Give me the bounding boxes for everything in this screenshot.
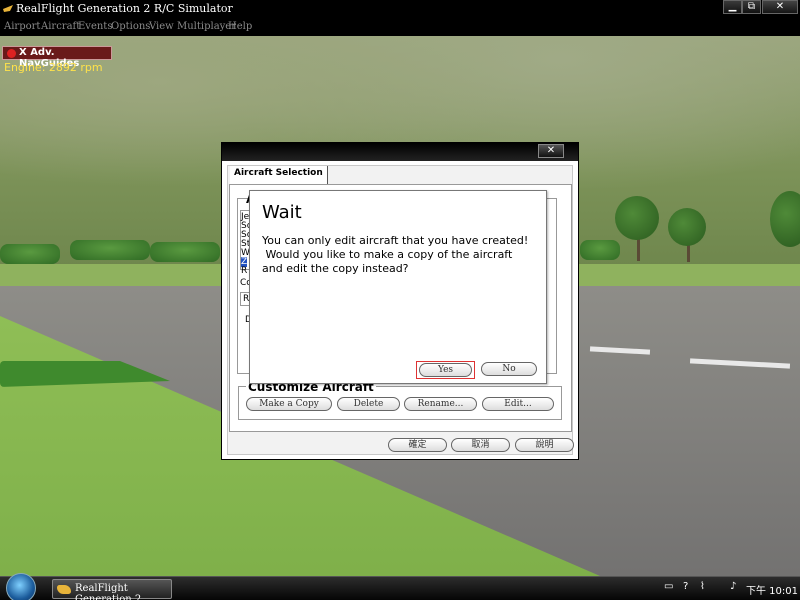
yes-button-focus: Yes [416, 361, 475, 379]
app-icon [3, 5, 13, 12]
clock: 下午 10:01 [746, 586, 798, 597]
edit-button[interactable]: Edit... [482, 397, 554, 411]
title-bar: RealFlight Generation 2 R/C Simulator ▁ … [0, 0, 800, 18]
yes-button[interactable]: Yes [419, 363, 472, 377]
make-copy-button[interactable]: Make a Copy [246, 397, 332, 411]
tab-aircraft-selection[interactable]: Aircraft Selection [230, 166, 328, 184]
maximize-button[interactable]: ⧉ [742, 0, 761, 14]
network-icon[interactable]: ⌇ [700, 581, 705, 592]
taskbar-app-label: RealFlight Generation 2... [75, 583, 151, 600]
rename-button[interactable]: Rename... [404, 397, 477, 411]
menu-help[interactable]: Help [228, 21, 252, 32]
hedge [580, 240, 620, 260]
engine-rpm: Engine: 2892 rpm [4, 61, 103, 74]
hedge [70, 240, 150, 260]
taskbar-app-button[interactable]: RealFlight Generation 2... [52, 579, 172, 600]
cancel-button[interactable]: 取消 [451, 438, 510, 452]
menu-events[interactable]: Events [78, 21, 112, 32]
close-button[interactable]: ✕ [762, 0, 798, 14]
start-button[interactable] [6, 573, 36, 600]
wait-title: Wait [262, 202, 302, 223]
ok-button[interactable]: 確定 [388, 438, 447, 452]
menu-view[interactable]: View [149, 21, 174, 32]
tree [668, 208, 706, 246]
wait-dialog: Wait You can only edit aircraft that you… [249, 190, 547, 384]
hedge [150, 242, 220, 262]
help-button[interactable]: 說明 [515, 438, 574, 452]
keyboard-icon[interactable]: ▭ [664, 581, 673, 592]
dialog-title-bar: ✕ [222, 143, 578, 161]
no-button[interactable]: No [481, 362, 537, 376]
navguides-badge[interactable]: X Adv. NavGuides [2, 46, 112, 69]
volume-icon[interactable]: ♪ [730, 581, 736, 592]
dialog-close-button[interactable]: ✕ [538, 144, 564, 158]
help-icon[interactable]: ? [683, 581, 688, 592]
menu-aircraft[interactable]: Aircraft [41, 21, 80, 32]
taskbar: RealFlight Generation 2... ▭ ? ⌇ ♪ 下午 10… [0, 573, 800, 600]
menu-bar: Airport Aircraft Events Options View Mul… [0, 18, 800, 36]
delete-button[interactable]: Delete [337, 397, 400, 411]
menu-options[interactable]: Options [111, 21, 150, 32]
hedge [0, 244, 60, 264]
menu-airport[interactable]: Airport [4, 21, 40, 32]
minimize-button[interactable]: ▁ [723, 0, 742, 14]
app-icon [57, 585, 71, 594]
window-title: RealFlight Generation 2 R/C Simulator [16, 2, 233, 15]
tree [615, 196, 659, 240]
list-item[interactable]: R [241, 266, 247, 276]
record-icon [7, 49, 16, 58]
wait-message: You can only edit aircraft that you have… [262, 234, 529, 275]
